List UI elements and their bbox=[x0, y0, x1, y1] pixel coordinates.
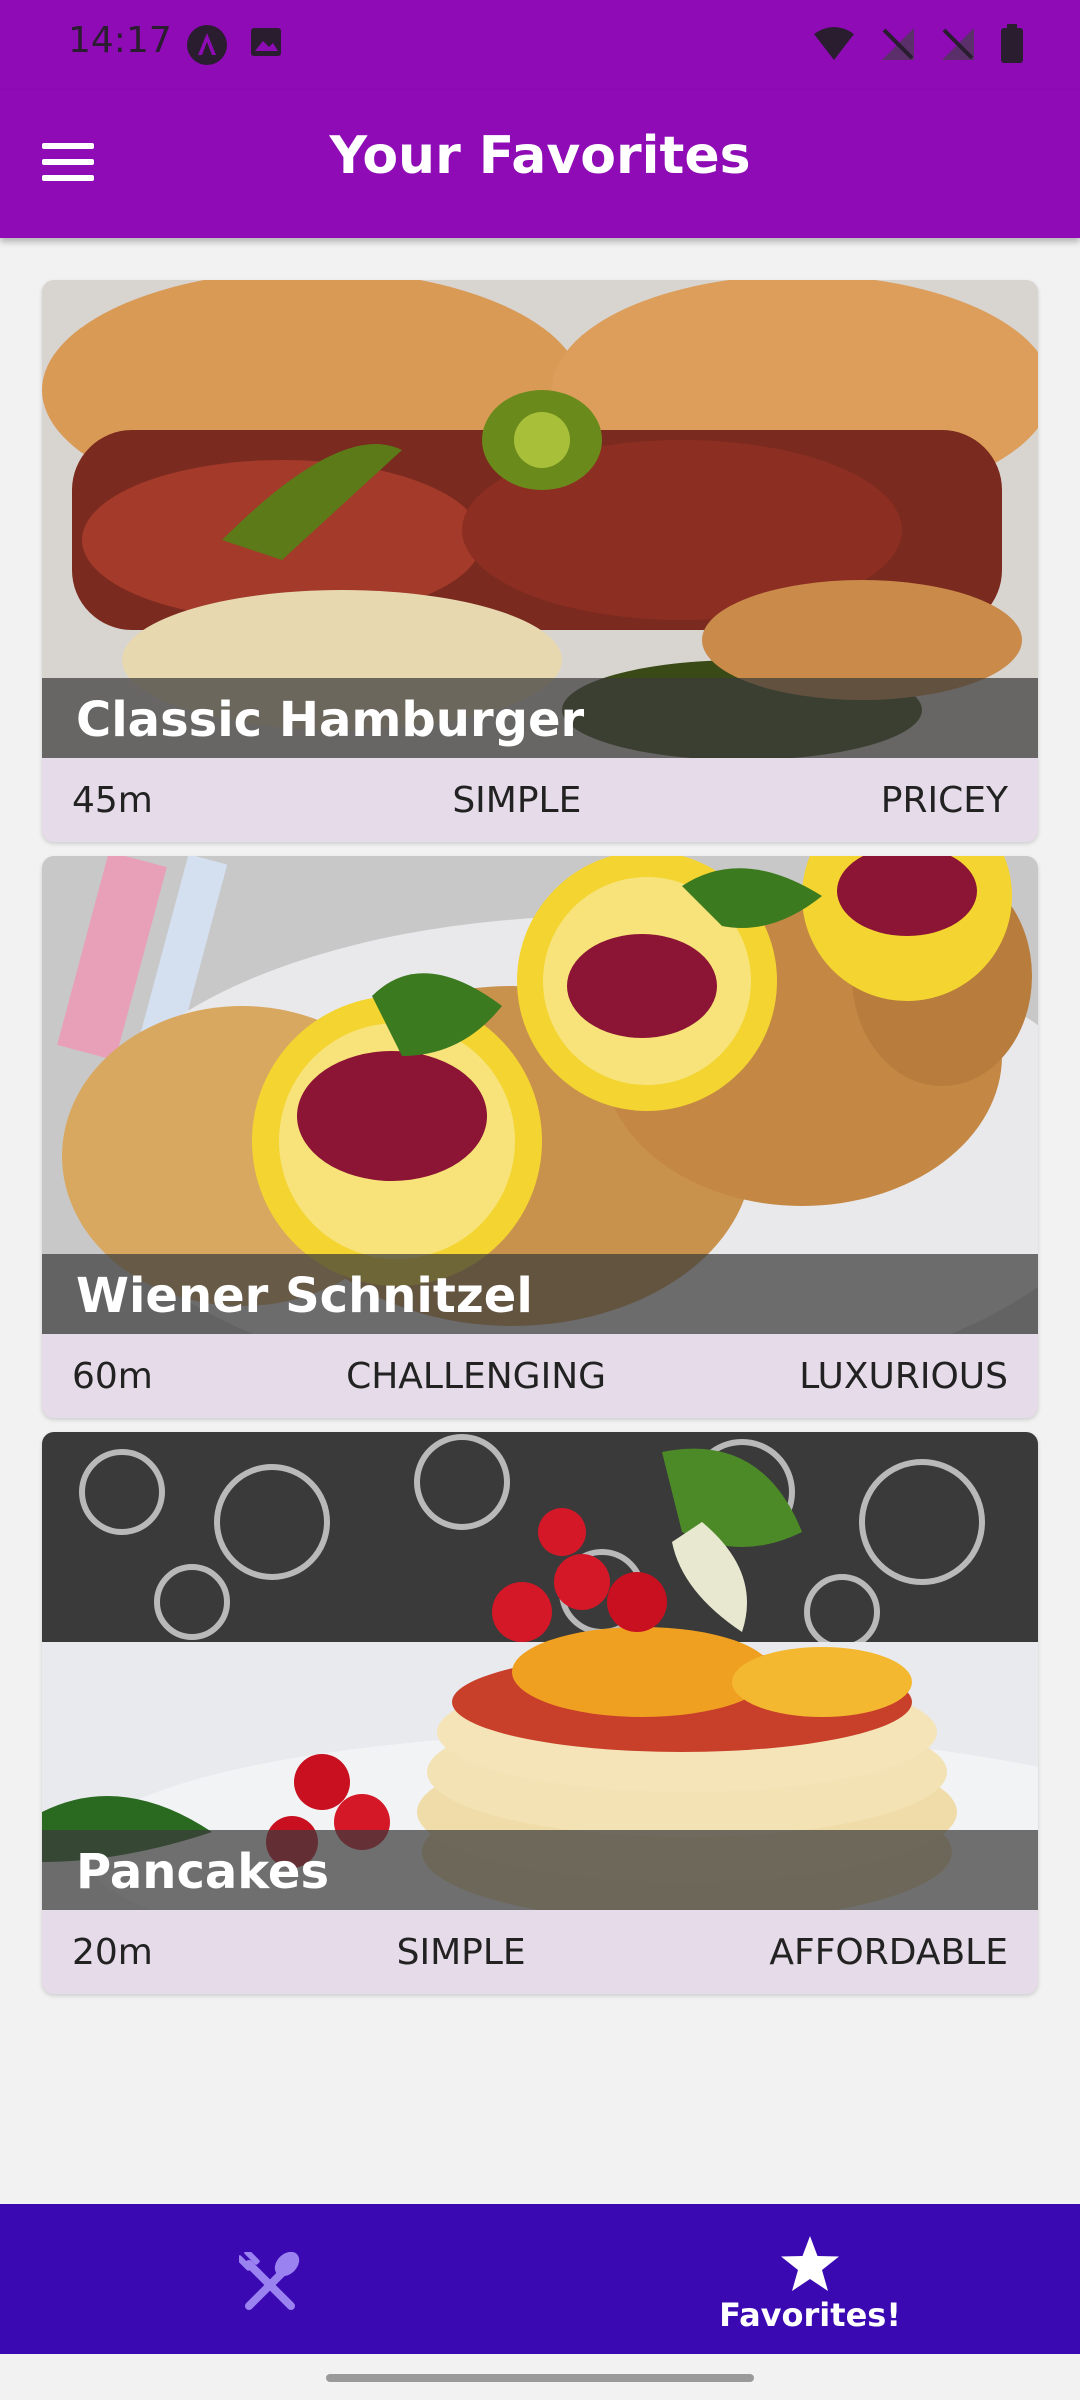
meal-card[interactable]: Classic Hamburger 45m SIMPLE PRICEY bbox=[42, 280, 1038, 842]
meal-complexity: CHALLENGING bbox=[346, 1355, 607, 1397]
favorites-list: Classic Hamburger 45m SIMPLE PRICEY Wien… bbox=[42, 280, 1038, 2008]
meal-meta: 20m SIMPLE AFFORDABLE bbox=[42, 1910, 1038, 1994]
page-title: Your Favorites bbox=[329, 126, 751, 186]
image-icon bbox=[248, 24, 284, 70]
meal-title-overlay: Wiener Schnitzel bbox=[42, 1254, 1038, 1334]
meal-image: Classic Hamburger bbox=[42, 280, 1038, 758]
meal-meta: 45m SIMPLE PRICEY bbox=[42, 758, 1038, 842]
meal-duration: 20m bbox=[72, 1931, 153, 1973]
meal-card[interactable]: Wiener Schnitzel 60m CHALLENGING LUXURIO… bbox=[42, 856, 1038, 1418]
meal-complexity: SIMPLE bbox=[396, 1931, 526, 1973]
tab-categories[interactable] bbox=[0, 2204, 540, 2354]
meal-image: Pancakes bbox=[42, 1432, 1038, 1910]
no-signal-icon bbox=[880, 26, 916, 66]
wifi-icon bbox=[812, 26, 856, 66]
meal-complexity: SIMPLE bbox=[452, 779, 582, 821]
meal-card[interactable]: Pancakes 20m SIMPLE AFFORDABLE bbox=[42, 1432, 1038, 1994]
star-icon bbox=[779, 2234, 841, 2298]
home-indicator[interactable] bbox=[326, 2374, 754, 2382]
tab-favorites-label: Favorites! bbox=[719, 2296, 901, 2334]
meal-image: Wiener Schnitzel bbox=[42, 856, 1038, 1334]
meal-title: Wiener Schnitzel bbox=[76, 1268, 533, 1324]
angular-icon bbox=[186, 24, 228, 70]
meal-affordability: PRICEY bbox=[880, 779, 1008, 821]
battery-icon bbox=[1000, 24, 1024, 68]
no-signal-icon bbox=[940, 26, 976, 66]
meal-affordability: LUXURIOUS bbox=[799, 1355, 1008, 1397]
fork-knife-icon bbox=[236, 2249, 301, 2318]
meal-title-overlay: Classic Hamburger bbox=[42, 678, 1038, 758]
meal-affordability: AFFORDABLE bbox=[769, 1931, 1008, 1973]
meal-meta: 60m CHALLENGING LUXURIOUS bbox=[42, 1334, 1038, 1418]
meal-title: Pancakes bbox=[76, 1844, 330, 1900]
meal-duration: 45m bbox=[72, 779, 153, 821]
bottom-navigation: Favorites! bbox=[0, 2204, 1080, 2354]
tab-favorites[interactable]: Favorites! bbox=[540, 2204, 1080, 2354]
meal-title: Classic Hamburger bbox=[76, 692, 585, 748]
app-bar: Your Favorites bbox=[0, 90, 1080, 238]
meal-title-overlay: Pancakes bbox=[42, 1830, 1038, 1910]
status-time: 14:17 bbox=[68, 20, 172, 61]
meal-duration: 60m bbox=[72, 1355, 153, 1397]
status-bar: 14:17 bbox=[0, 0, 1080, 90]
